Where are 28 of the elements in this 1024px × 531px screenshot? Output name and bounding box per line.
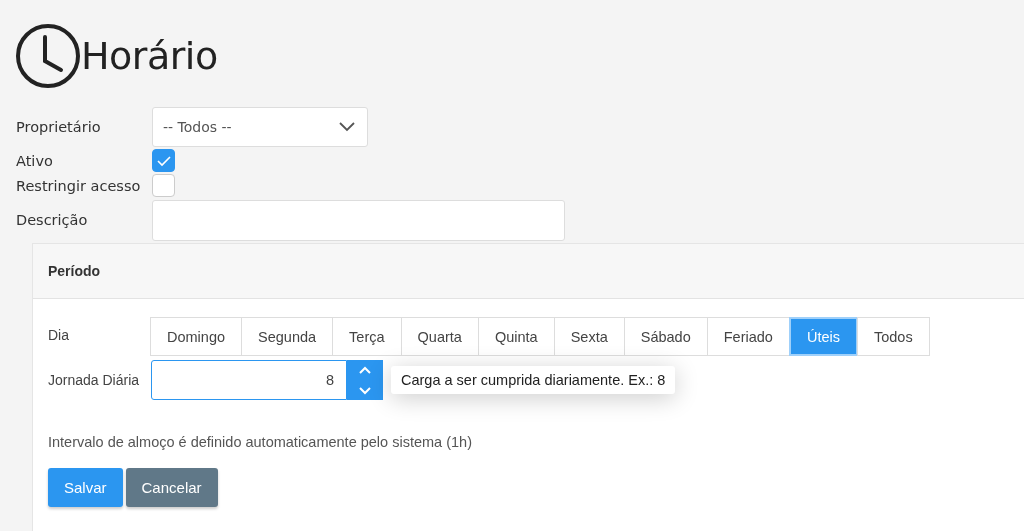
day-toggle[interactable]: Sábado [623, 317, 708, 356]
check-icon [155, 154, 172, 167]
day-toggle[interactable]: Terça [332, 317, 402, 356]
field-label: Restringir acesso [16, 177, 142, 194]
field-label: Descrição [16, 212, 89, 228]
day-toggle[interactable]: Segunda [241, 317, 334, 356]
tooltip: Carga a ser cumprida diariamente. Ex.: 8 [391, 366, 676, 394]
field-label: Ativo [16, 152, 54, 169]
cancel-button[interactable]: Cancelar [125, 468, 218, 507]
day-toggle[interactable]: Quarta [400, 317, 479, 356]
day-toggle[interactable]: Domingo [150, 317, 243, 356]
panel-title: Período [48, 263, 101, 279]
info-text: Intervalo de almoço é definido automaticamente pelo sistema (1h) [48, 434, 473, 450]
day-toggle[interactable]: Todos [856, 317, 930, 356]
hours-field[interactable]: 8 [151, 360, 347, 400]
clock-icon [15, 23, 81, 89]
day-toggle[interactable]: Feriado [706, 317, 790, 356]
day-toggle[interactable]: Quinta [477, 317, 555, 356]
checkbox[interactable] [152, 149, 175, 172]
checkbox[interactable] [152, 174, 175, 197]
field-label: Jornada Diária [48, 372, 141, 388]
field-label: Proprietário [16, 119, 102, 135]
chevron-down-icon [339, 122, 355, 132]
field-label: Dia [48, 326, 70, 343]
page-title: Horário [81, 34, 218, 78]
day-toggle[interactable]: Sexta [553, 317, 625, 356]
owner-select[interactable]: -- Todos -- [152, 107, 368, 147]
description-field[interactable] [152, 199, 565, 241]
